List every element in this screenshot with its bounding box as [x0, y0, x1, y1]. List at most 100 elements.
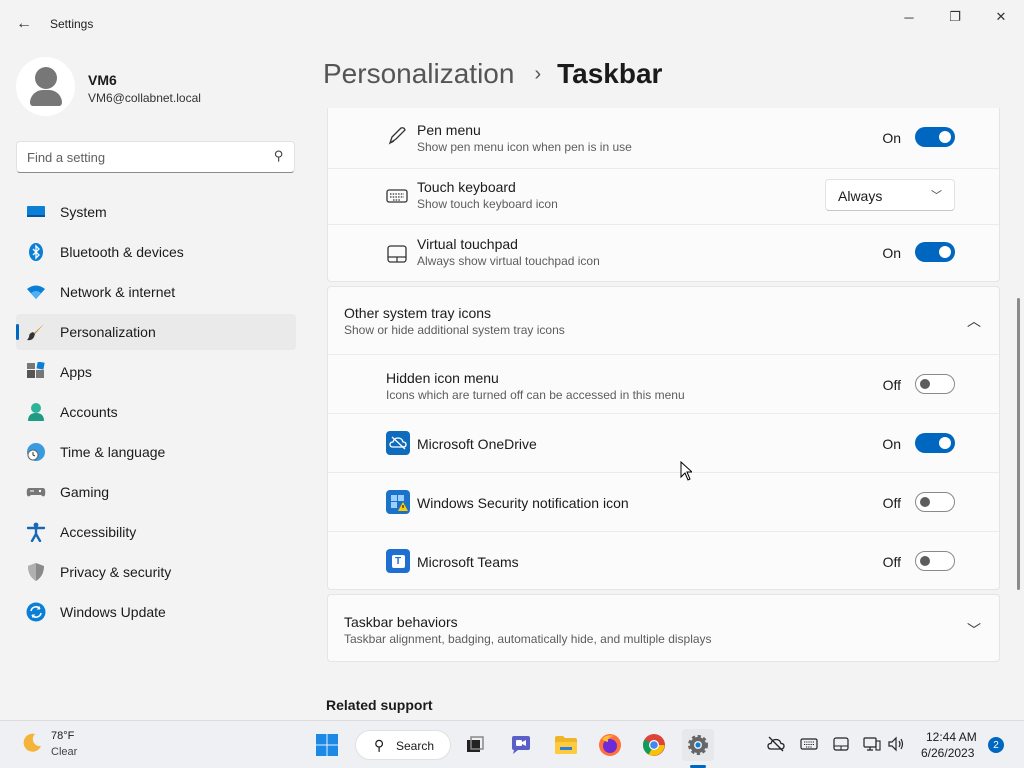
sidebar-item-label: Apps [60, 364, 92, 380]
row-subtitle: Show touch keyboard icon [417, 197, 558, 211]
windows-logo-icon [316, 734, 338, 756]
keyboard-icon [386, 189, 408, 203]
section-title: Other system tray icons [344, 305, 492, 321]
pen-menu-row: Pen menu Show pen menu icon when pen is … [328, 108, 999, 168]
sidebar-item-time-language[interactable]: Time & language [16, 434, 296, 470]
task-view-button[interactable] [459, 729, 491, 761]
hidden-icon-menu-row: Hidden icon menu Icons which are turned … [328, 354, 999, 413]
sidebar-item-privacy-security[interactable]: Privacy & security [16, 554, 296, 590]
row-subtitle: Always show virtual touchpad icon [417, 254, 600, 268]
toggle-state-label: Off [882, 377, 901, 393]
minimize-button[interactable]: ─ [886, 6, 932, 28]
sidebar-item-label: Accessibility [60, 524, 137, 540]
sidebar-item-bluetooth[interactable]: Bluetooth & devices [16, 234, 296, 270]
system-icon [27, 206, 45, 217]
toggle-state-label: On [882, 245, 901, 261]
sidebar-item-network[interactable]: Network & internet [16, 274, 296, 310]
search-icon[interactable]: ⚲ [274, 148, 284, 164]
settings-taskbar-button[interactable] [682, 729, 714, 761]
scrollbar[interactable] [1017, 298, 1020, 590]
onedrive-toggle[interactable] [915, 433, 955, 453]
onedrive-offline-tray-icon[interactable] [767, 735, 785, 753]
sidebar-item-accounts[interactable]: Accounts [16, 394, 296, 430]
search-icon: ⚲ [374, 737, 385, 753]
row-title: Touch keyboard [417, 179, 516, 195]
moon-icon[interactable] [20, 731, 44, 755]
taskbar: 78°F Clear ⚲ Search 12:44 AM 6/26/2023 2 [0, 720, 1024, 768]
breadcrumb-separator: › [534, 62, 542, 85]
gear-icon [688, 735, 708, 755]
bluetooth-icon [29, 243, 43, 261]
shield-icon [28, 563, 44, 581]
avatar-body [30, 90, 62, 106]
hidden-icon-menu-toggle[interactable] [915, 374, 955, 394]
row-title: Hidden icon menu [386, 370, 499, 386]
page-title: Taskbar [557, 58, 663, 89]
onedrive-row: Microsoft OneDrive On [328, 413, 999, 472]
firefox-button[interactable] [594, 729, 626, 761]
row-title: Windows Security notification icon [417, 495, 629, 511]
related-support-heading: Related support [326, 697, 433, 713]
network-tray-icon[interactable] [863, 735, 881, 753]
section-subtitle: Taskbar alignment, badging, automaticall… [344, 632, 712, 646]
virtual-touchpad-row: Virtual touchpad Always show virtual tou… [328, 224, 999, 282]
search-input[interactable]: Find a setting ⚲ [16, 141, 295, 173]
close-button[interactable]: ✕ [978, 6, 1024, 28]
sidebar-item-label: Time & language [60, 444, 166, 460]
corner-icons-card: Pen menu Show pen menu icon when pen is … [327, 108, 1000, 282]
touch-keyboard-dropdown[interactable]: Always ﹀ [825, 179, 955, 211]
notification-badge[interactable]: 2 [988, 737, 1004, 753]
teams-toggle[interactable] [915, 551, 955, 571]
breadcrumb: Personalization › Taskbar [323, 58, 662, 90]
teams-icon: T [386, 549, 410, 573]
sidebar-item-label: Accounts [60, 404, 118, 420]
taskbar-search-button[interactable]: ⚲ Search [355, 730, 451, 760]
chrome-button[interactable] [638, 729, 670, 761]
sidebar-item-personalization[interactable]: Personalization [16, 314, 296, 350]
volume-tray-icon[interactable] [887, 735, 905, 753]
back-button[interactable]: ← [10, 10, 38, 38]
taskbar-behaviors-card[interactable]: Taskbar behaviors Taskbar alignment, bad… [327, 594, 1000, 662]
clock-globe-icon [27, 443, 45, 461]
sidebar-item-apps[interactable]: Apps [16, 354, 296, 390]
maximize-button[interactable]: ❐ [932, 6, 978, 28]
sidebar-item-accessibility[interactable]: Accessibility [16, 514, 296, 550]
row-title: Pen menu [417, 122, 481, 138]
chrome-icon [643, 734, 665, 756]
clock-date[interactable]: 6/26/2023 [921, 746, 974, 760]
touchpad-icon [387, 245, 407, 263]
keyboard-tray-icon[interactable] [800, 735, 818, 753]
other-tray-header[interactable]: Other system tray icons Show or hide add… [328, 287, 999, 354]
sidebar-item-gaming[interactable]: Gaming [16, 474, 296, 510]
chat-button[interactable] [505, 729, 537, 761]
sidebar-item-label: Network & internet [60, 284, 176, 300]
row-title: Virtual touchpad [417, 236, 518, 252]
teams-row: T Microsoft Teams Off [328, 531, 999, 589]
user-name: VM6 [88, 72, 117, 88]
chevron-down-icon[interactable]: ﹀ [967, 620, 981, 640]
start-button[interactable] [311, 729, 343, 761]
sidebar-item-system[interactable]: System [16, 194, 296, 230]
sidebar-item-label: Privacy & security [60, 564, 172, 580]
breadcrumb-parent[interactable]: Personalization [323, 58, 514, 90]
chevron-down-icon: ﹀ [931, 190, 942, 202]
settings-content[interactable]: Pen menu Show pen menu icon when pen is … [327, 108, 1000, 720]
taskbar-search-label: Search [396, 739, 435, 753]
chevron-up-icon[interactable]: ︿ [967, 311, 981, 331]
row-title: Microsoft OneDrive [417, 436, 537, 452]
weather-temp[interactable]: 78°F [51, 730, 74, 742]
row-subtitle: Icons which are turned off can be access… [386, 388, 685, 402]
accessibility-icon [26, 522, 46, 542]
clock-time[interactable]: 12:44 AM [926, 730, 977, 744]
pen-menu-toggle[interactable] [915, 127, 955, 147]
folder-icon [555, 736, 577, 754]
sidebar-item-windows-update[interactable]: Windows Update [16, 594, 296, 630]
virtual-touchpad-toggle[interactable] [915, 242, 955, 262]
file-explorer-button[interactable] [550, 729, 582, 761]
weather-condition[interactable]: Clear [51, 746, 77, 758]
toggle-state-label: Off [882, 495, 901, 511]
windows-security-toggle[interactable] [915, 492, 955, 512]
touchpad-tray-icon[interactable] [832, 735, 850, 753]
chat-icon [512, 736, 530, 754]
avatar[interactable] [16, 57, 75, 116]
